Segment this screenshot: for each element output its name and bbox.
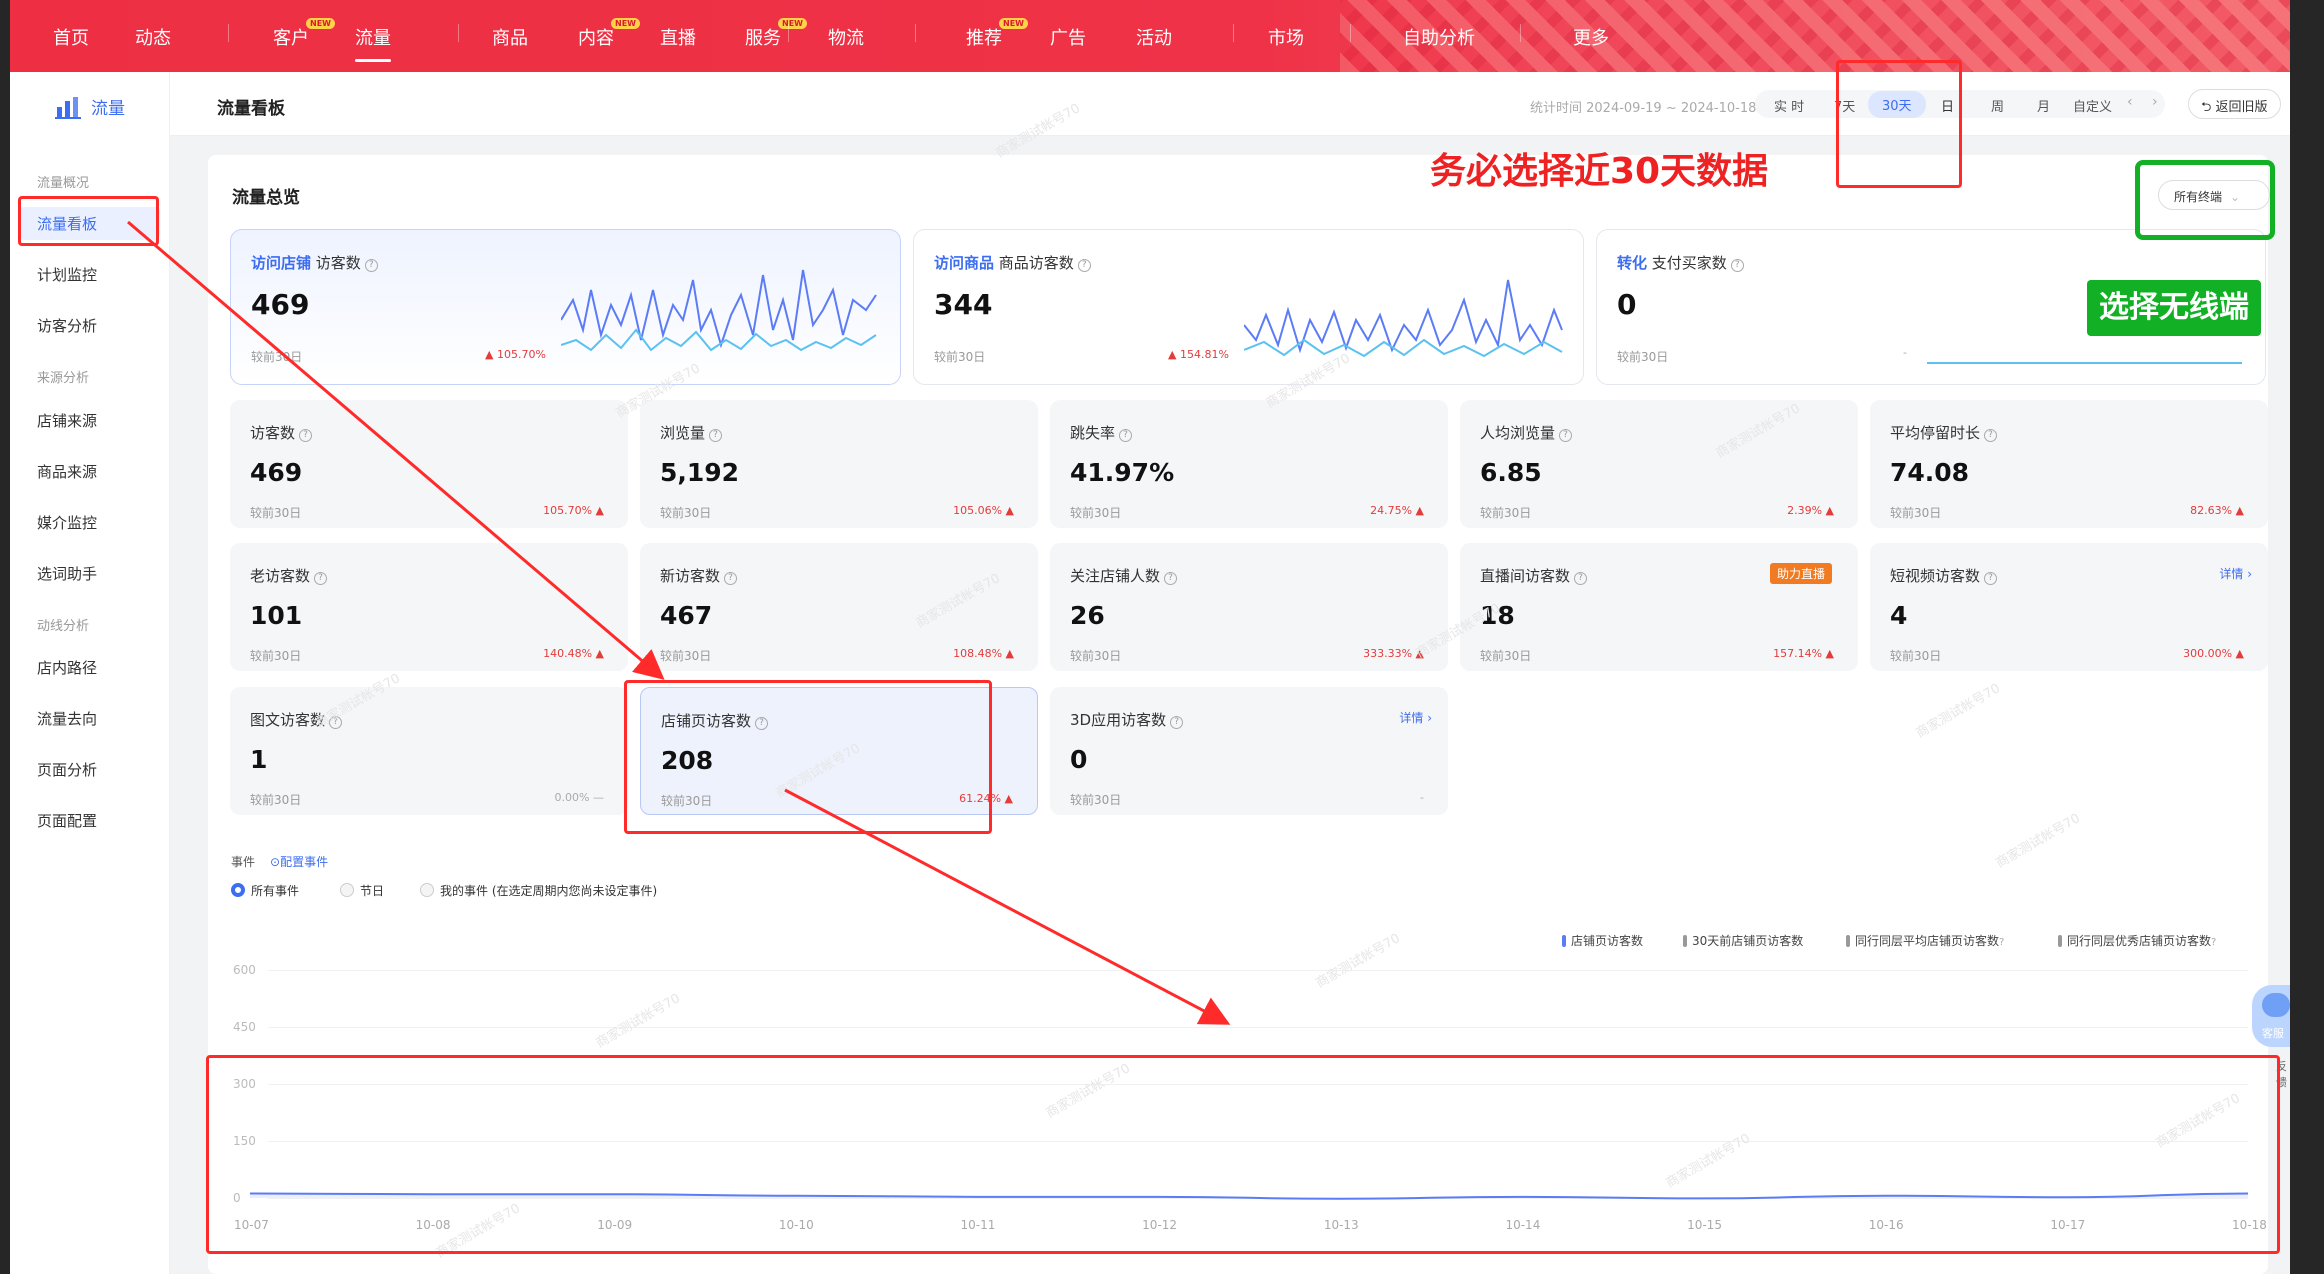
app-window: 首页 动态 客户 NEW 流量 商品 内容 NEW 直播 服务 NEW 物流 推荐 NEW 广告 活动 市场 自助… bbox=[10, 0, 2290, 1274]
annotation-arrows bbox=[127, 220, 1231, 1025]
